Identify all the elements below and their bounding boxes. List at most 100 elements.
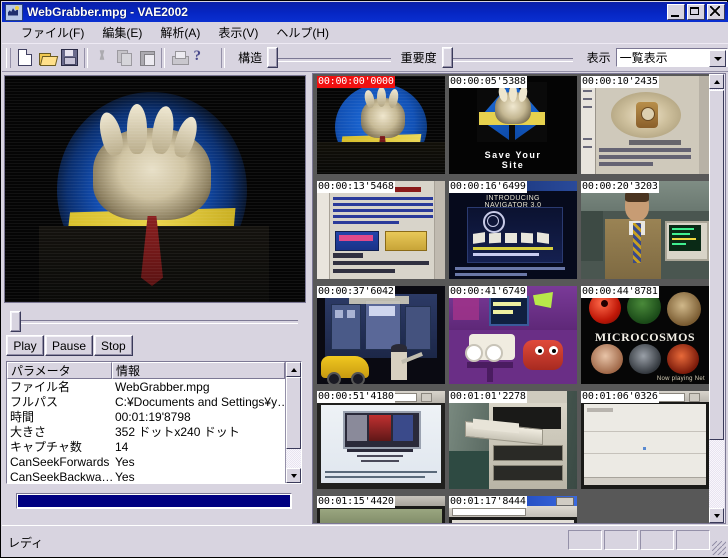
seek-slider[interactable] bbox=[6, 309, 302, 333]
seek-slider-thumb[interactable] bbox=[10, 310, 21, 332]
structure-slider[interactable] bbox=[267, 46, 391, 70]
thumbnail-item[interactable]: 00:00:13'5468 bbox=[317, 181, 445, 279]
importance-slider-thumb[interactable] bbox=[441, 47, 453, 68]
chevron-down-icon[interactable] bbox=[709, 50, 726, 67]
column-header-info[interactable]: 情報 bbox=[112, 362, 285, 379]
status-pane-3 bbox=[640, 530, 674, 550]
pause-button[interactable]: Pause bbox=[45, 335, 94, 356]
thumbnail-item[interactable]: 00:00:00'0000 bbox=[317, 76, 445, 174]
info-list-row[interactable]: CanSeekForwards Yes bbox=[7, 454, 301, 469]
thumbnail-timestamp: 00:00:16'6499 bbox=[449, 181, 527, 193]
print-icon bbox=[171, 50, 189, 65]
thumbnail-pane[interactable]: 00:00:00'0000 Save Your Site 00:00:05'538… bbox=[312, 73, 726, 524]
thumb-scroll-thumb[interactable] bbox=[709, 90, 724, 440]
copy-button[interactable] bbox=[114, 46, 136, 69]
info-value: Yes bbox=[115, 454, 135, 469]
help-button[interactable]: ? bbox=[191, 46, 213, 69]
info-list-row[interactable]: CanSeekBackwa… Yes bbox=[7, 469, 301, 484]
thumbnail-item[interactable]: 00:01:01'2278 bbox=[449, 391, 577, 489]
thumbnail-item[interactable]: Save Your Site 00:00:05'5388 bbox=[449, 76, 577, 174]
info-param: CanSeekForwards bbox=[10, 454, 110, 469]
view-mode-value: 一覧表示 bbox=[619, 51, 668, 65]
importance-slider[interactable] bbox=[441, 46, 573, 70]
view-mode-combobox[interactable]: 一覧表示 bbox=[615, 48, 728, 67]
copy-icon bbox=[117, 50, 133, 66]
thumbnail-item[interactable]: 00:01:15'4420 bbox=[317, 496, 445, 523]
info-value: C:¥Documents and Settings¥y… bbox=[115, 394, 290, 409]
menu-item-file[interactable]: ファイル(F) bbox=[12, 22, 93, 43]
toolbar-separator-2 bbox=[161, 47, 166, 68]
menu-item-edit[interactable]: 編集(E) bbox=[93, 22, 151, 43]
thumbnail-item[interactable]: 00:00:51'4180 bbox=[317, 391, 445, 489]
cut-button[interactable] bbox=[91, 46, 113, 69]
minimize-button[interactable] bbox=[667, 4, 685, 20]
menu-bar: ファイル(F) 編集(E) 解析(A) 表示(V) ヘルプ(H) bbox=[2, 22, 728, 43]
resize-grip[interactable] bbox=[712, 541, 726, 555]
client-area: Play Pause Stop パラメータ 情報 ファイル名 WebGrabber… bbox=[2, 72, 728, 525]
info-list-scrollbar[interactable] bbox=[285, 362, 301, 483]
thumb-scroll-down-button[interactable] bbox=[709, 508, 724, 523]
column-header-parameter[interactable]: パラメータ bbox=[7, 362, 112, 379]
thumbnail-timestamp: 00:00:10'2435 bbox=[581, 76, 659, 88]
thumbnail-item[interactable]: MICROCOSMOS Now playing Net 00:00:44'8781 bbox=[581, 286, 709, 384]
thumbnail-item[interactable]: 00:00:10'2435 bbox=[581, 76, 709, 174]
info-list-row[interactable]: 時間 00:01:19'8798 bbox=[7, 409, 301, 425]
info-list-header: パラメータ 情報 bbox=[7, 362, 301, 379]
thumbnail-timestamp: 00:01:01'2278 bbox=[449, 391, 527, 403]
info-list-row[interactable]: フルパス C:¥Documents and Settings¥y… bbox=[7, 394, 301, 410]
structure-slider-track bbox=[275, 57, 391, 62]
status-pane-1 bbox=[568, 530, 602, 550]
thumbnail-timestamp: 00:00:13'5468 bbox=[317, 181, 395, 193]
scroll-down-button[interactable] bbox=[286, 468, 301, 483]
thumbnail-timestamp: 00:01:15'4420 bbox=[317, 496, 395, 508]
title-bar: WebGrabber.mpg - VAE2002 bbox=[2, 2, 728, 22]
maximize-button[interactable] bbox=[687, 4, 705, 20]
info-param: キャプチャ数 bbox=[10, 440, 82, 454]
info-list-row[interactable]: ファイル名 WebGrabber.mpg bbox=[7, 379, 301, 395]
open-button[interactable] bbox=[36, 46, 58, 69]
thumbnail-timestamp: 00:01:17'8444 bbox=[449, 496, 527, 508]
thumbnail-timestamp: 00:00:51'4180 bbox=[317, 391, 395, 403]
toolbar-grip[interactable] bbox=[6, 47, 11, 68]
thumbnail-item[interactable]: 00:00:20'3203 bbox=[581, 181, 709, 279]
structure-slider-thumb[interactable] bbox=[267, 47, 279, 68]
thumbnail-scrollbar[interactable] bbox=[709, 74, 725, 523]
menu-item-help[interactable]: ヘルプ(H) bbox=[267, 22, 338, 43]
save-button[interactable] bbox=[59, 46, 81, 69]
info-list[interactable]: パラメータ 情報 ファイル名 WebGrabber.mpg フルパス C:¥Docum… bbox=[6, 361, 302, 484]
status-pane-4 bbox=[676, 530, 710, 550]
thumbnail-item[interactable]: 00:00:37'6042 bbox=[317, 286, 445, 384]
paste-icon bbox=[139, 50, 155, 66]
scroll-thumb[interactable] bbox=[286, 377, 301, 449]
thumb-scroll-up-button[interactable] bbox=[709, 74, 724, 89]
toolbar: ? 構造 重要度 表示 一覧表示 bbox=[2, 43, 728, 72]
thumbnail-timestamp: 00:00:44'8781 bbox=[581, 286, 659, 298]
cut-icon bbox=[95, 50, 109, 65]
thumbnail-item[interactable]: 00:00:41'6749 bbox=[449, 286, 577, 384]
info-list-row[interactable]: 大きさ 352 ドットx240 ドット bbox=[7, 424, 301, 439]
status-pane-2 bbox=[604, 530, 638, 550]
new-button[interactable] bbox=[14, 46, 36, 69]
thumbnail-item[interactable]: 00:01:06'0326 bbox=[581, 391, 709, 489]
analysis-progress-fill bbox=[18, 495, 290, 507]
thumbnail-timestamp: 00:00:41'6749 bbox=[449, 286, 527, 298]
importance-slider-track bbox=[449, 57, 573, 62]
scroll-up-button[interactable] bbox=[286, 362, 301, 377]
thumbnail-item[interactable]: INTRODUCING NAVIGATOR 3.0 00:00:16'6499 bbox=[449, 181, 577, 279]
print-button[interactable] bbox=[168, 46, 190, 69]
transport-controls: Play Pause Stop bbox=[6, 335, 134, 356]
menu-item-view[interactable]: 表示(V) bbox=[209, 22, 267, 43]
play-button[interactable]: Play bbox=[6, 335, 44, 356]
info-param: CanSeekBackwa… bbox=[10, 469, 112, 484]
paste-button[interactable] bbox=[136, 46, 158, 69]
info-value: 14 bbox=[115, 439, 129, 454]
stop-button[interactable]: Stop bbox=[94, 335, 133, 356]
importance-label: 重要度 bbox=[400, 51, 437, 65]
video-preview[interactable] bbox=[4, 75, 306, 303]
info-list-row[interactable]: キャプチャ数 14 bbox=[7, 439, 301, 455]
close-button[interactable] bbox=[707, 4, 725, 20]
menu-item-analyze[interactable]: 解析(A) bbox=[151, 22, 209, 43]
status-message: レディ bbox=[8, 536, 44, 550]
thumbnail-item[interactable]: 00:01:17'8444 bbox=[449, 496, 577, 523]
structure-label: 構造 bbox=[238, 51, 263, 65]
